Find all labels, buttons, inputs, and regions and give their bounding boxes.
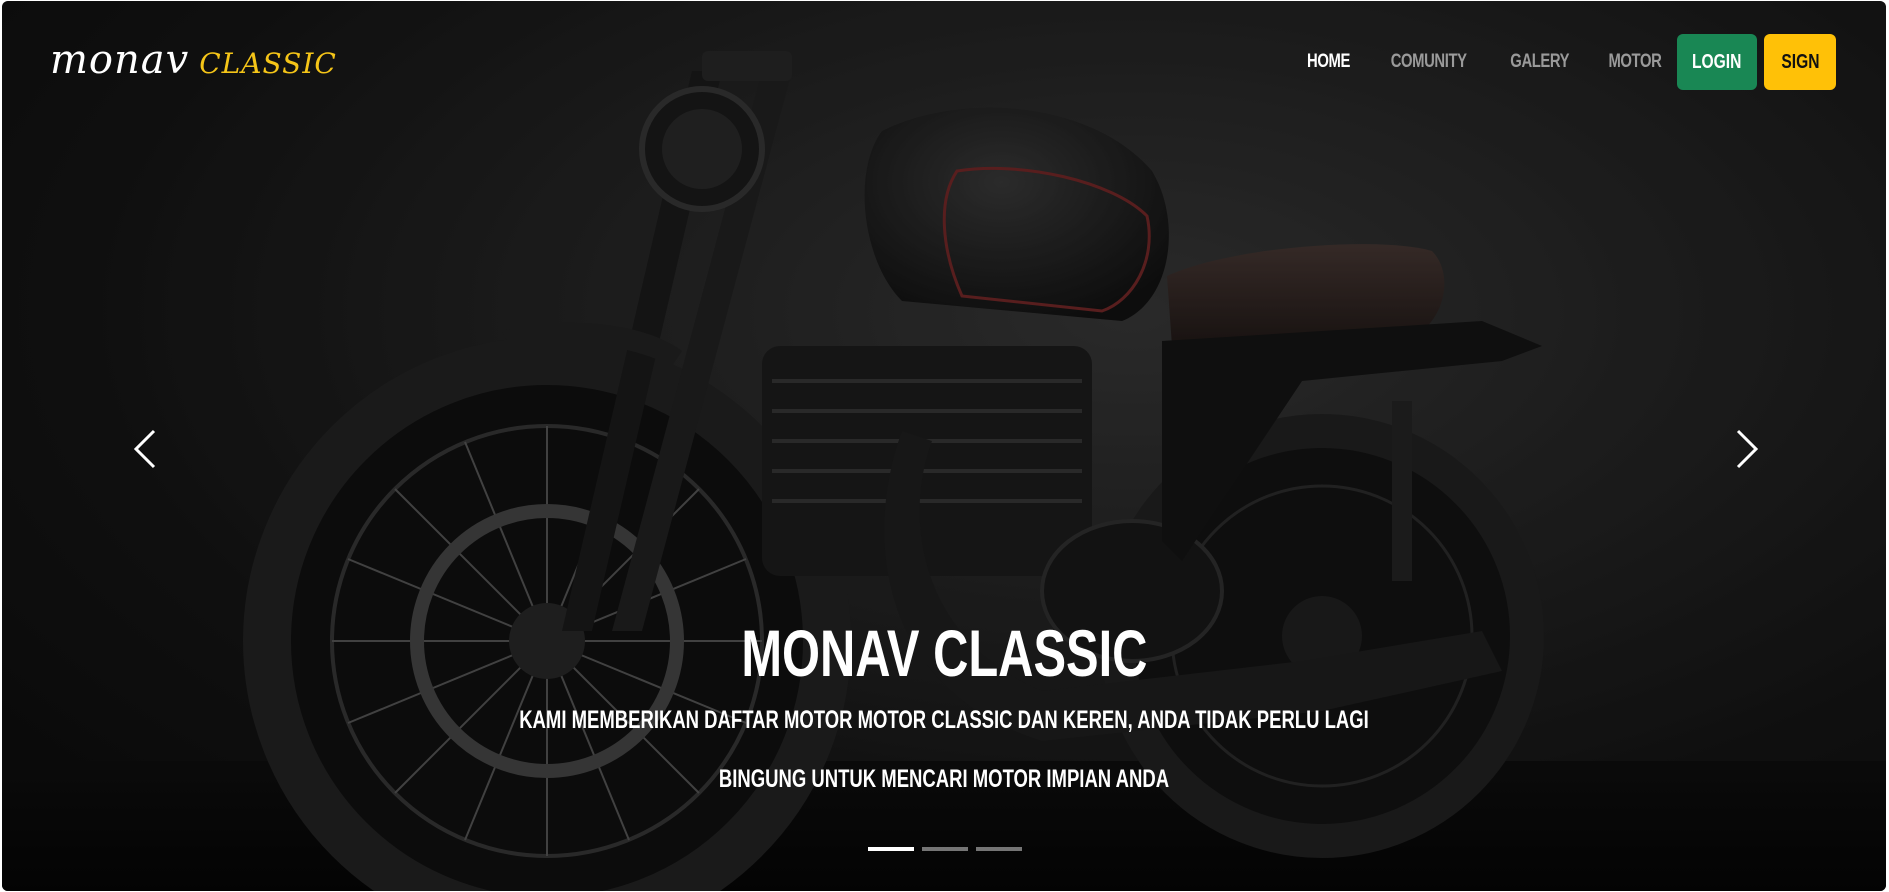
logo-word-monav: monav [50,37,190,83]
hero-title: MONAV CLASSIC [740,616,1148,690]
chevron-left-icon[interactable] [130,427,160,471]
nav-link-galery[interactable]: GALERY [1510,51,1569,73]
carousel-indicator-2[interactable] [922,847,968,851]
chevron-right-icon[interactable] [1732,427,1762,471]
sign-button-label: SIGN [1780,50,1820,73]
navbar: HOME COMUNITY GALERY MOTOR LOGIN SIGN [1277,34,1836,90]
carousel-indicator-3[interactable] [976,847,1022,851]
brand-logo[interactable]: monav classic [50,37,337,83]
hero-subtitle-line1: KAMI MEMBERIKAN DAFTAR MOTOR MOTOR CLASS… [519,706,1369,734]
nav-link-motor[interactable]: MOTOR [1609,51,1662,73]
login-button-label: LOGIN [1692,50,1742,73]
hero-subtitle-line2: BINGUNG UNTUK MENCARI MOTOR IMPIAN ANDA [718,765,1170,793]
carousel-indicator-1[interactable] [868,847,914,851]
nav-link-comunity[interactable]: COMUNITY [1391,51,1467,73]
login-button[interactable]: LOGIN [1677,34,1757,90]
sign-button[interactable]: SIGN [1764,34,1836,90]
carousel-caption: MONAV CLASSIC KAMI MEMBERIKAN DAFTAR MOT… [2,613,1886,794]
hero-carousel: monav classic HOME COMUNITY GALERY MOTOR … [2,1,1886,891]
logo-word-classic: classic [199,37,337,83]
carousel-indicators [868,847,1030,851]
nav-link-home[interactable]: HOME [1307,51,1350,73]
